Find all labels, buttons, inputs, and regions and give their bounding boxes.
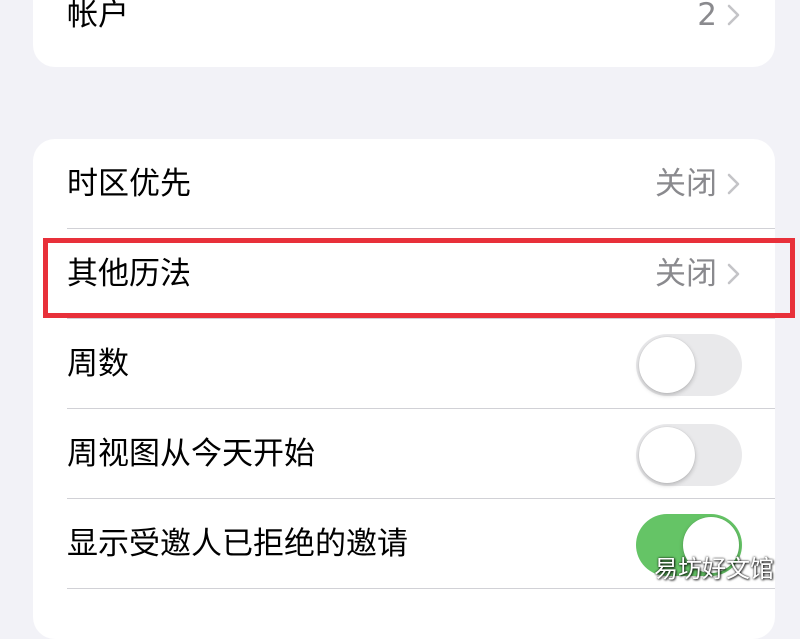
row-divider [67,588,775,589]
chevron-right-icon [727,263,740,285]
week-numbers-row: 周数 [33,319,775,409]
alternate-calendars-row[interactable]: 其他历法 关闭 [33,229,775,319]
chevron-right-icon [727,173,740,195]
week-numbers-toggle[interactable] [636,334,742,396]
toggle-knob [639,337,695,393]
time-zone-override-row[interactable]: 时区优先 关闭 [33,139,775,229]
week-view-starts-today-label: 周视图从今天开始 [67,436,315,472]
week-numbers-label: 周数 [67,346,129,382]
watermark: 易坊好文馆 [654,555,774,583]
alternate-calendars-label: 其他历法 [67,256,191,292]
accounts-count: 2 [697,0,717,33]
time-zone-override-value: 关闭 [655,166,717,202]
time-zone-override-label: 时区优先 [67,166,191,202]
toggle-knob [639,427,695,483]
alternate-calendars-value: 关闭 [655,256,717,292]
accounts-row[interactable]: 帐户 2 [33,0,775,60]
show-declined-invitees-label: 显示受邀人已拒绝的邀请 [67,526,408,562]
chevron-right-icon [727,4,740,26]
week-view-starts-today-row: 周视图从今天开始 [33,409,775,499]
week-view-starts-today-toggle[interactable] [636,424,742,486]
accounts-card: 帐户 2 [33,0,775,67]
accounts-label: 帐户 [67,0,129,33]
